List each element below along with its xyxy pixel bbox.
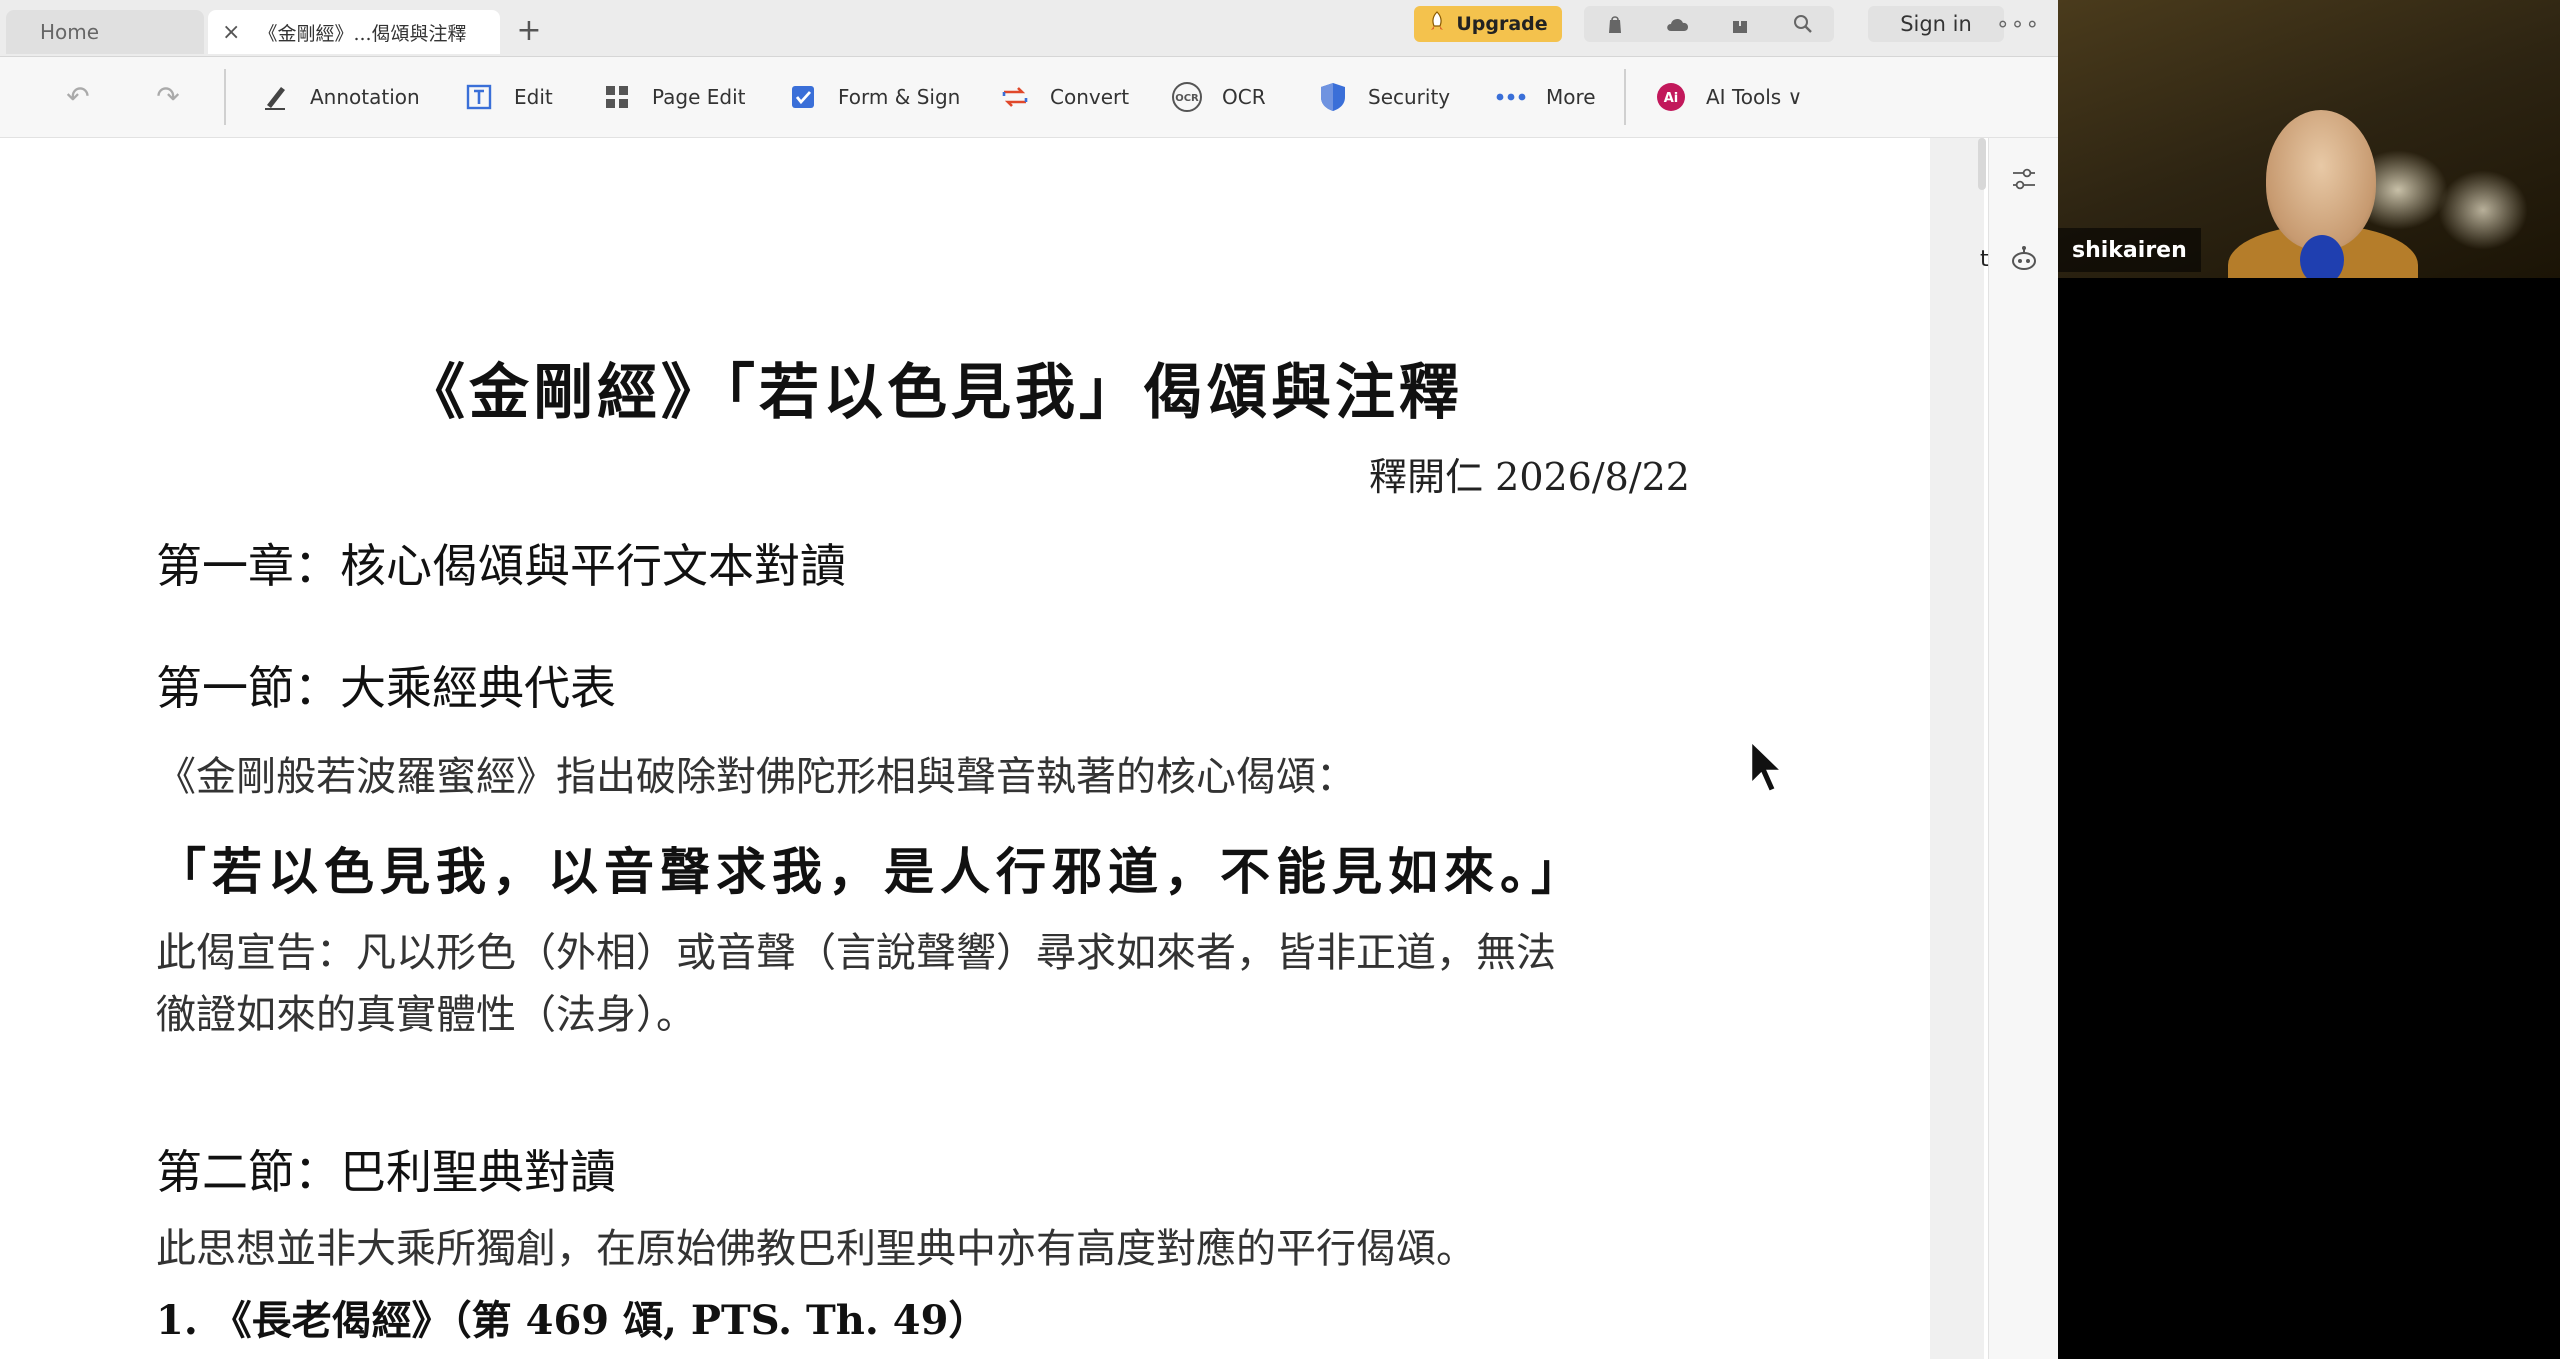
ai-assistant-icon[interactable] <box>2007 242 2041 276</box>
share-icon[interactable] <box>1718 6 1762 42</box>
new-tab-button[interactable]: + <box>512 14 546 48</box>
shield-icon <box>1316 80 1350 114</box>
section-intro: 此思想並非大乘所獨創，在原始佛教巴利聖典中亦有高度對應的平行偈頌。 <box>156 1226 1476 1272</box>
toolbar-divider <box>224 69 226 125</box>
form-sign-tool-button[interactable]: Form & Sign <box>786 75 960 119</box>
close-tab-icon[interactable]: × <box>222 20 240 45</box>
ai-tools-button[interactable]: Ai AI Tools ∨ <box>1654 75 1802 119</box>
more-dots-icon <box>1494 80 1528 114</box>
rocket-icon <box>1428 10 1446 38</box>
shop-bag-icon[interactable] <box>1593 6 1637 42</box>
ocr-tool-button[interactable]: OCR OCR <box>1170 75 1266 119</box>
convert-tool-button[interactable]: Convert <box>998 75 1129 119</box>
edit-label: Edit <box>514 85 553 109</box>
verse-explanation-line: 此偈宣告：凡以形色（外相）或音聲（言說聲響）尋求如來者，皆非正道，無法 <box>156 930 1556 976</box>
ai-tools-label: AI Tools ∨ <box>1706 85 1803 109</box>
annotation-label: Annotation <box>310 85 420 109</box>
section-intro: 《金剛般若波羅蜜經》指出破除對佛陀形相與聲音執著的核心偈頌： <box>156 754 1356 800</box>
participant-face <box>2266 110 2376 250</box>
checkbox-icon <box>786 80 820 114</box>
ai-icon: Ai <box>1654 80 1688 114</box>
list-item: 1. 《長老偈經》（第 469 頌, PTS. Th. 49） <box>156 1297 989 1344</box>
page-edit-tool-button[interactable]: Page Edit <box>600 75 746 119</box>
chapter-heading: 第一章：核心偈頌與平行文本對讀 <box>156 539 846 593</box>
search-icon[interactable] <box>1781 6 1825 42</box>
tab-bar: Home × 《金剛經》...偈頌與注釋 + Upgrade Sign in ∘… <box>0 0 2058 57</box>
tab-home-label: Home <box>40 20 100 44</box>
pdf-editor-window: Home × 《金剛經》...偈頌與注釋 + Upgrade Sign in ∘… <box>0 0 2058 1359</box>
pen-icon <box>258 80 292 114</box>
ocr-icon: OCR <box>1170 80 1204 114</box>
upgrade-button[interactable]: Upgrade <box>1414 6 1562 42</box>
quick-actions <box>1584 6 1834 42</box>
cloud-icon[interactable] <box>1656 6 1700 42</box>
section-heading: 第二節：巴利聖典對讀 <box>156 1145 616 1199</box>
window-more-icon[interactable]: ∘∘∘ <box>1996 8 2040 40</box>
mouse-cursor-icon <box>1748 738 1788 800</box>
convert-label: Convert <box>1050 85 1130 109</box>
core-verse: 「若以色見我，以音聲求我，是人行邪道，不能見如來。」 <box>156 842 1587 901</box>
scrollbar-thumb[interactable] <box>1978 138 1986 190</box>
form-sign-label: Form & Sign <box>838 85 961 109</box>
tab-document-title: 《金剛經》...偈頌與注釋 <box>258 22 467 45</box>
pdf-page: 《金剛經》「若以色見我」偈頌與注釋 釋開仁 2026/8/22 第一章：核心偈頌… <box>0 138 1930 1359</box>
undo-button[interactable]: ↶ <box>58 77 98 117</box>
upgrade-label: Upgrade <box>1456 13 1548 35</box>
convert-icon <box>998 80 1032 114</box>
redo-button[interactable]: ↷ <box>148 77 188 117</box>
tab-document[interactable]: × 《金剛經》...偈頌與注釋 <box>208 10 500 54</box>
right-side-panel <box>1988 138 2058 1359</box>
document-title: 《金剛經》「若以色見我」偈頌與注釋 <box>405 358 1463 428</box>
text-box-icon <box>462 80 496 114</box>
toolbar-divider <box>1624 69 1626 125</box>
grid-icon <box>600 80 634 114</box>
svg-text:Ai: Ai <box>1664 91 1679 106</box>
edit-tool-button[interactable]: Edit <box>462 75 553 119</box>
video-participant-tile[interactable]: shikairen <box>2058 0 2560 278</box>
page-edit-label: Page Edit <box>652 85 746 109</box>
background-light <box>2438 170 2528 250</box>
security-label: Security <box>1368 85 1451 109</box>
tab-home[interactable]: Home <box>6 10 204 54</box>
microphone <box>2300 235 2344 278</box>
more-label: More <box>1546 85 1596 109</box>
annotation-tool-button[interactable]: Annotation <box>258 75 420 119</box>
settings-sliders-icon[interactable] <box>2007 162 2041 196</box>
clipped-panel-label: t <box>1980 247 1989 272</box>
verse-explanation-line: 徹證如來的真實體性（法身）。 <box>156 992 696 1038</box>
participant-name: shikairen <box>2058 228 2201 272</box>
svg-text:OCR: OCR <box>1175 93 1199 104</box>
section-heading: 第一節：大乘經典代表 <box>156 661 616 715</box>
security-tool-button[interactable]: Security <box>1316 75 1450 119</box>
ocr-label: OCR <box>1222 85 1266 109</box>
vertical-scrollbar[interactable] <box>1930 138 1984 1359</box>
document-viewport[interactable]: 《金剛經》「若以色見我」偈頌與注釋 釋開仁 2026/8/22 第一章：核心偈頌… <box>0 138 1930 1359</box>
more-tool-button[interactable]: More <box>1494 75 1596 119</box>
document-author-date: 釋開仁 2026/8/22 <box>1369 455 1690 499</box>
main-toolbar: ↶ ↷ Annotation Edit Page Edit Form & Sig… <box>0 57 2058 138</box>
sign-in-button[interactable]: Sign in <box>1868 6 2004 42</box>
